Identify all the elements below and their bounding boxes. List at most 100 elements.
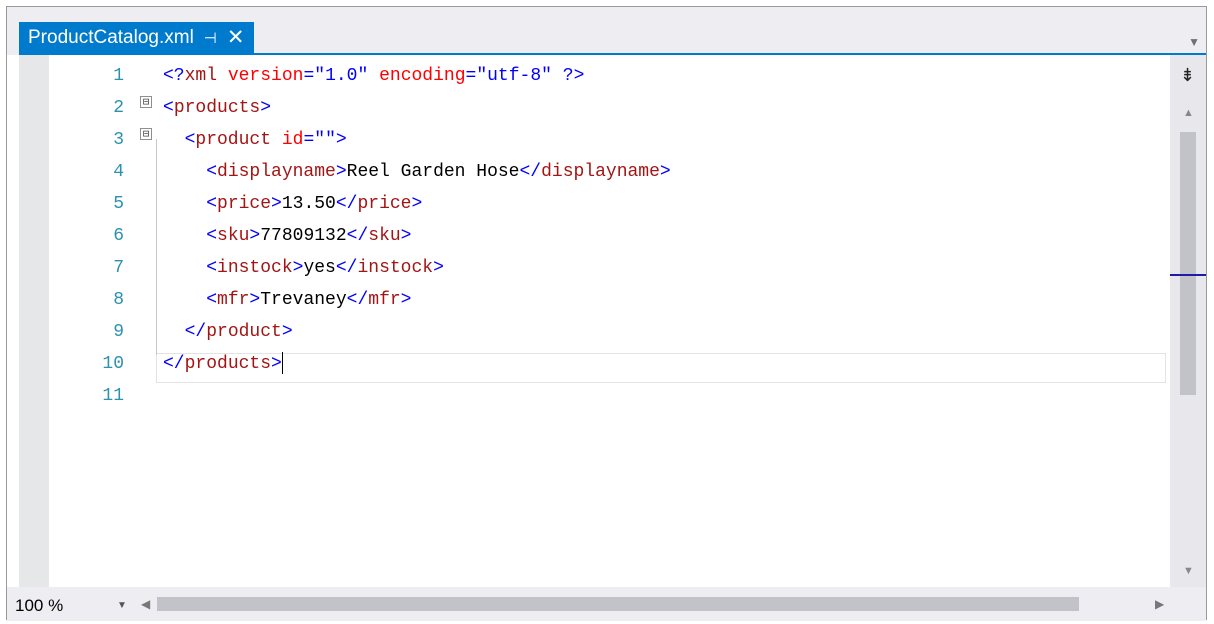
code-token: sku [368,226,401,246]
code-token: "utf-8" [476,66,552,86]
code-token: 13.50 [281,194,336,214]
code-token: version [227,66,304,86]
code-token: > [659,162,671,182]
code-token: products [173,98,261,118]
code-token: < [163,258,218,278]
code-token: </ [335,258,358,278]
line-number: 1 [113,66,124,86]
current-line-highlight [156,353,1166,383]
code-text: </product> [163,316,293,348]
code-token: < [163,226,218,246]
line-number: 3 [113,130,124,150]
code-token: </ [346,290,369,310]
tab-list-dropdown-icon[interactable]: ▼ [1188,35,1200,49]
zoom-level[interactable]: 100 % [15,596,63,616]
scroll-right-icon[interactable]: ▶ [1155,597,1164,611]
code-token: encoding [379,66,466,86]
code-token: id [281,130,304,150]
collapse-product-icon[interactable]: ⊟ [140,128,152,140]
close-icon[interactable]: ✕ [227,27,245,48]
code-token: < [163,98,174,118]
code-text: <price>13.50</price> [163,188,422,220]
editor-window: ProductCatalog.xml ⊣ ✕ ▼ ⊟ ⊟ 1 <?xml vers… [6,6,1207,621]
horizontal-scroll-thumb[interactable] [157,597,1079,611]
code-token: 77809132 [260,226,347,246]
code-token: = [303,130,315,150]
code-token: = [465,66,477,86]
line-number: 5 [113,194,124,214]
code-token: </ [519,162,542,182]
line-number: 9 [113,322,124,342]
scroll-corner [1170,587,1206,621]
scroll-left-icon[interactable]: ◀ [141,597,150,611]
code-token: > [400,290,412,310]
line-number: 4 [113,162,124,182]
code-token: ?> [562,66,585,86]
code-text: <products> [163,92,271,124]
code-token: > [271,354,282,374]
zoom-dropdown-icon[interactable]: ▼ [117,600,127,611]
code-token: "1.0" [314,66,369,86]
code-token: "" [314,130,336,150]
code-token: > [400,226,412,246]
code-token: > [260,98,272,118]
pin-icon[interactable]: ⊣ [204,29,217,47]
code-token: product [195,130,272,150]
split-icon[interactable]: ⇟ [1180,65,1195,86]
code-text: <instock>yes</instock> [163,252,444,284]
code-token: > [281,322,293,342]
code-token: > [335,130,347,150]
code-token: displayname [217,162,336,182]
code-token: > [271,194,282,214]
code-token: </ [163,354,185,374]
code-token: instock [357,258,434,278]
text-caret [281,352,283,375]
code-token: product [206,322,282,342]
vertical-scroll-thumb[interactable] [1180,132,1196,395]
code-token: xml [184,66,218,86]
tab-bar: ProductCatalog.xml ⊣ ✕ ▼ [7,7,1206,55]
code-token: </ [335,194,358,214]
editor-margin [19,55,49,587]
line-number: 6 [113,226,124,246]
code-token: sku [217,226,250,246]
code-token: Reel Garden Hose [346,162,520,182]
vertical-scrollbar[interactable]: ⇟ ▲ ▼ [1170,55,1206,587]
code-token: = [303,66,315,86]
code-token: displayname [541,162,660,182]
code-text: </products> [163,348,283,380]
code-text: <?xml version="1.0" encoding="utf-8" ?> [163,60,584,92]
code-token: price [357,194,412,214]
code-token: mfr [368,290,401,310]
code-editor[interactable]: ⊟ ⊟ 1 <?xml version="1.0" encoding="utf-8… [49,55,1170,587]
code-token: < [163,162,218,182]
line-number: 8 [113,290,124,310]
code-token: mfr [217,290,250,310]
collapse-products-icon[interactable]: ⊟ [140,96,152,108]
code-text: <displayname>Reel Garden Hose</displayna… [163,156,671,188]
code-token: </ [163,322,207,342]
code-token: > [411,194,423,214]
tab-productcatalog[interactable]: ProductCatalog.xml ⊣ ✕ [19,22,255,53]
code-token: Trevaney [260,290,347,310]
tab-title: ProductCatalog.xml [28,26,194,48]
code-token: <? [163,66,185,86]
code-text: <mfr>Trevaney</mfr> [163,284,411,316]
code-token: > [292,258,304,278]
code-token: < [163,290,218,310]
scroll-down-icon[interactable]: ▼ [1183,565,1194,577]
outline-guide [156,139,157,355]
code-token: > [433,258,444,278]
code-text: <product id=""> [163,124,347,156]
code-token: price [217,194,272,214]
code-token: instock [217,258,293,278]
code-token: </ [346,226,369,246]
line-number: 2 [113,98,124,118]
scroll-up-icon[interactable]: ▲ [1183,107,1194,119]
line-number: 7 [113,258,124,278]
line-number: 10 [102,354,124,374]
